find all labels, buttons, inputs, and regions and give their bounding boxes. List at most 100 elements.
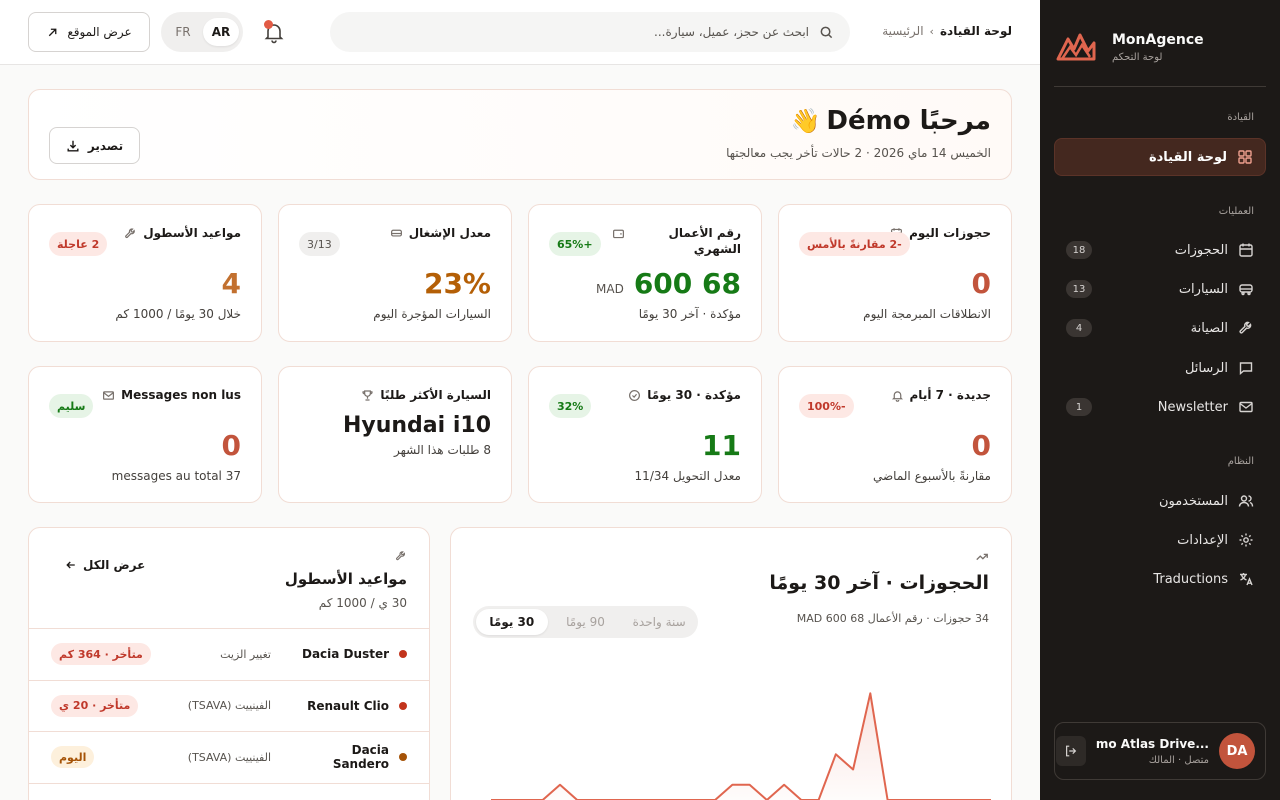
avatar[interactable]: DA <box>1219 733 1255 769</box>
chart-point[interactable] <box>558 783 562 787</box>
panel-subtitle: 30 ي / 1000 كم <box>318 596 407 610</box>
mail-icon <box>1239 401 1253 413</box>
card-head: جديدة · 7 أيام <box>891 387 991 403</box>
sidebar-item-settings[interactable]: الإعدادات <box>1054 521 1266 559</box>
range-90-button[interactable]: 90 يومًا <box>550 609 622 635</box>
currency-unit: MAD <box>596 282 624 296</box>
card-value-row: 68 600 MAD <box>596 267 741 300</box>
view-all-label: عرض الكل <box>83 558 146 572</box>
user-name: ...mo Atlas Drive <box>1095 736 1209 751</box>
search-bar <box>330 12 850 52</box>
card-foot: 37 messages au total <box>111 469 241 483</box>
service-type: الفينييت (TSAVA) <box>187 750 271 764</box>
card-head: رقم الأعمال الشهري <box>612 225 741 257</box>
range-switcher: سنة واحدة 90 يومًا 30 يومًا <box>473 606 698 638</box>
sidebar-item-count: 18 <box>1066 241 1092 259</box>
sidebar-item-count: 4 <box>1066 319 1092 337</box>
brand-logo-icon <box>1056 33 1096 61</box>
card-occupancy[interactable]: معدل الإشغال 3/13 23% السيارات المؤجرة ا… <box>278 204 512 342</box>
wrench-icon <box>396 551 405 561</box>
chart-point[interactable] <box>730 783 734 787</box>
card-today-bookings[interactable]: حجوزات اليوم -2 مقارنةً بالأمس 0 الانطلا… <box>778 204 1012 342</box>
user-card: DA ...mo Atlas Drive متصل · المالك <box>1054 722 1266 780</box>
lang-fr-button[interactable]: FR <box>165 18 201 46</box>
brand[interactable]: MonAgence لوحة التحكم <box>1054 22 1266 72</box>
fleet-schedule-panel: مواعيد الأسطول 30 ي / 1000 كم عرض الكل D… <box>28 527 430 800</box>
panel-title: الحجوزات · آخر 30 يومًا <box>769 572 989 594</box>
card-head: معدل الإشغال <box>390 225 491 241</box>
list-item[interactable]: Renault Clio الفينييت (TSAVA) متأخر · 20… <box>29 681 429 732</box>
brand-subtitle: لوحة التحكم <box>1112 51 1163 63</box>
card-foot: خلال 30 يومًا / 1000 كم <box>115 307 241 321</box>
sidebar-item-label: Newsletter <box>1157 399 1228 415</box>
list-item[interactable]: Dacia Sandero الفينييت (TSAVA) اليوم <box>29 732 429 784</box>
card-head: Messages non lus <box>102 387 241 403</box>
sidebar-divider <box>1054 86 1266 87</box>
list-item[interactable]: Dacia Duster تغيير الزيت متأخر · 364 كم <box>29 629 429 681</box>
status-badge: متأخر · 364 كم <box>51 643 151 666</box>
trending-up-icon <box>976 553 988 561</box>
export-button[interactable]: تصدير <box>49 127 140 164</box>
card-title: رقم الأعمال الشهري <box>668 226 741 256</box>
download-icon <box>67 140 79 152</box>
bookings-area-chart <box>491 691 991 800</box>
brand-text: MonAgence لوحة التحكم <box>1110 32 1266 63</box>
card-head: السيارة الأكثر طلبًا <box>361 387 491 403</box>
sidebar-item-count: 1 <box>1066 398 1092 416</box>
rate-badge: 32% <box>549 394 592 418</box>
trophy-icon <box>362 390 374 401</box>
card-monthly-revenue[interactable]: رقم الأعمال الشهري +65% 68 600 MAD مؤكدة… <box>528 204 762 342</box>
gear-icon <box>1239 533 1253 547</box>
sidebar-item-bookings[interactable]: الحجوزات 18 <box>1054 231 1266 269</box>
card-head: مؤكدة · 30 يومًا <box>628 387 741 403</box>
sidebar-item-messages[interactable]: الرسائل <box>1054 349 1266 387</box>
lang-ar-button[interactable]: AR <box>203 18 239 46</box>
card-confirmed-30-days[interactable]: مؤكدة · 30 يومًا 32% 11 معدل التحويل 11/… <box>528 366 762 503</box>
card-fleet-schedule[interactable]: مواعيد الأسطول 2 عاجلة 4 خلال 30 يومًا /… <box>28 204 262 342</box>
sidebar-item-newsletter[interactable]: Newsletter 1 <box>1054 388 1266 426</box>
chart-point[interactable] <box>748 783 752 787</box>
bookings-chart-panel: الحجوزات · آخر 30 يومًا 34 حجوزات · رقم … <box>450 527 1012 800</box>
logout-icon <box>1065 745 1077 757</box>
sidebar-item-maintenance[interactable]: الصيانة 4 <box>1054 309 1266 347</box>
sidebar-item-translations[interactable]: Traductions <box>1054 560 1266 598</box>
users-icon <box>1238 495 1254 507</box>
external-link-icon <box>49 28 57 36</box>
sidebar-item-label: الرسائل <box>1184 360 1228 376</box>
card-title: Messages non lus <box>121 388 241 402</box>
brand-name: MonAgence <box>1112 31 1204 48</box>
card-unread-messages[interactable]: Messages non lus سليم 0 37 messages au t… <box>28 366 262 503</box>
chart-point[interactable] <box>868 691 872 695</box>
card-value: 4 <box>221 267 241 300</box>
search-input[interactable] <box>346 25 809 39</box>
card-value: 0 <box>971 429 991 462</box>
sidebar-item-cars[interactable]: السيارات 13 <box>1054 270 1266 308</box>
card-new-7-days[interactable]: جديدة · 7 أيام -100% 0 مقارنةً بالأسبوع … <box>778 366 1012 503</box>
view-site-button[interactable]: عرض الموقع <box>28 12 150 52</box>
breadcrumb-home[interactable]: الرئيسية <box>882 24 923 38</box>
section-label-ops: العمليات <box>1218 206 1254 217</box>
notification-dot <box>264 20 273 29</box>
sidebar-item-label: الإعدادات <box>1177 532 1228 548</box>
language-switcher: FR AR <box>161 12 243 52</box>
chart-point[interactable] <box>782 783 786 787</box>
status-badge: اليوم <box>51 746 95 769</box>
wrench-icon <box>1239 321 1252 334</box>
sidebar-item-dashboard[interactable]: لوحة القيادة <box>1054 138 1266 176</box>
sidebar-item-label: الصيانة <box>1190 320 1228 336</box>
range-year-button[interactable]: سنة واحدة <box>623 609 695 635</box>
list-item[interactable] <box>29 784 429 800</box>
logout-button[interactable] <box>1055 736 1086 766</box>
chart-point[interactable] <box>851 768 855 772</box>
breadcrumb-separator: › <box>929 24 934 38</box>
search-icon <box>820 26 833 38</box>
sidebar-item-users[interactable]: المستخدمون <box>1054 482 1266 520</box>
sidebar-item-label: الحجوزات <box>1174 242 1228 258</box>
view-all-link[interactable]: عرض الكل <box>65 558 145 572</box>
sidebar-item-label: المستخدمون <box>1158 493 1228 509</box>
chart-point[interactable] <box>834 752 838 756</box>
range-30-button[interactable]: 30 يومًا <box>475 609 548 635</box>
card-foot: 8 طلبات هذا الشهر <box>394 443 491 457</box>
car-icon <box>390 229 402 237</box>
card-top-car[interactable]: السيارة الأكثر طلبًا Hyundai i10 8 طلبات… <box>278 366 512 503</box>
